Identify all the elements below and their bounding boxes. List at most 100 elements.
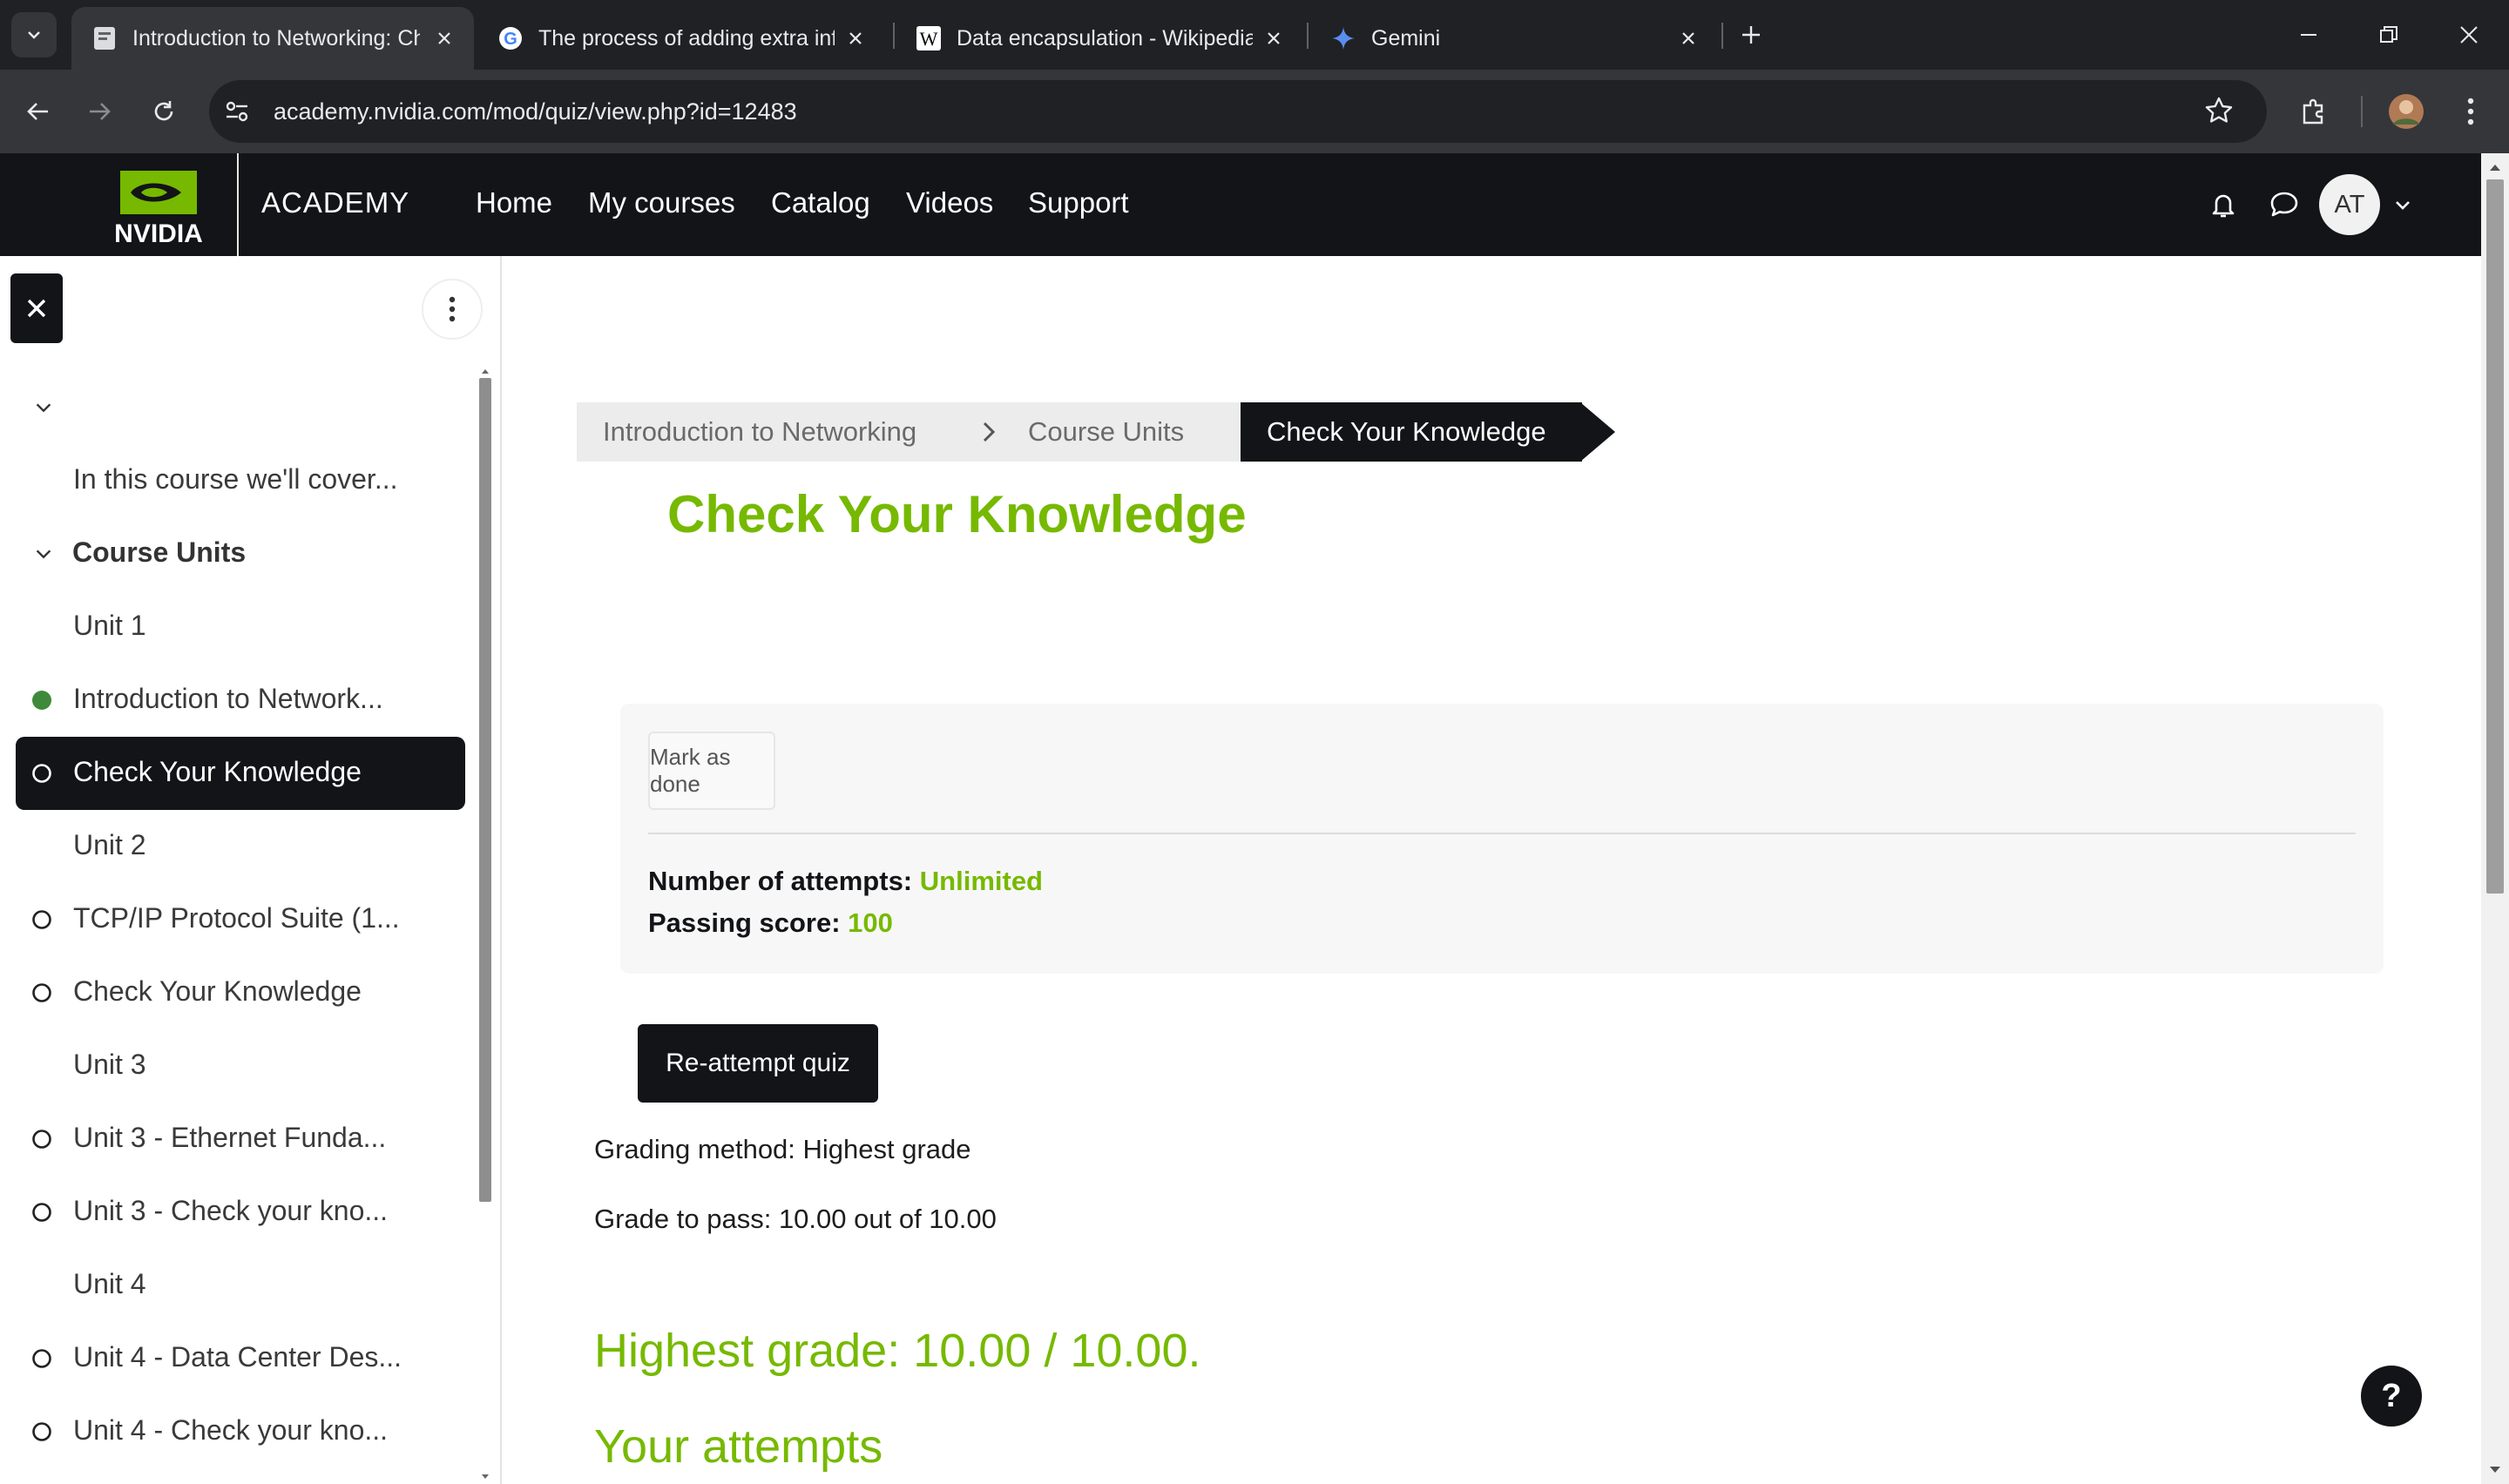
tab-title: Data encapsulation - Wikipedia [957, 26, 1253, 51]
drawer-item-course-intro[interactable]: In this course we'll cover... [16, 444, 465, 517]
google-icon: G [497, 24, 524, 52]
course-index-drawer: In this course we'll cover... Course Uni… [0, 256, 502, 1484]
attempts-info: Number of attempts: Unlimited [648, 866, 1043, 897]
passing-score-value: 100 [848, 907, 893, 938]
drawer-section-label: Course Units [72, 536, 247, 568]
drawer-item-unit-3-check[interactable]: Unit 3 - Check your kno... [16, 1176, 465, 1249]
bell-icon[interactable] [2202, 184, 2244, 226]
tab-introduction-to-networking[interactable]: Introduction to Networking: Ch [71, 7, 474, 70]
close-icon[interactable] [430, 24, 458, 52]
extensions-button[interactable] [2293, 91, 2335, 132]
nav-catalog[interactable]: Catalog [771, 186, 870, 219]
kebab-menu-icon [449, 296, 456, 322]
tab-search-button[interactable] [11, 12, 57, 57]
drawer-item-label: Check Your Knowledge [73, 975, 362, 1007]
drawer-item-label: Unit 2 [73, 829, 146, 860]
drawer-item-label: Unit 3 - Ethernet Funda... [73, 1122, 387, 1153]
window-close-button[interactable] [2448, 14, 2490, 56]
drawer-item-unit-3[interactable]: Unit 3 [16, 1029, 465, 1103]
kebab-menu-icon [2467, 98, 2474, 125]
re-attempt-quiz-button[interactable]: Re-attempt quiz [638, 1024, 878, 1103]
incomplete-circle-icon [31, 1421, 52, 1442]
completed-dot-icon [31, 690, 52, 711]
drawer-options-button[interactable] [422, 279, 483, 340]
drawer-item-label: Unit 3 - Check your kno... [73, 1195, 389, 1226]
chat-bubble-icon[interactable] [2263, 184, 2305, 226]
new-tab-button[interactable] [1730, 14, 1772, 56]
site-header: NVIDIA ACADEMY Home My courses Catalog V… [0, 153, 2481, 256]
drawer-item-check-knowledge-current[interactable]: Check Your Knowledge [16, 737, 465, 810]
drawer-item-unit-2[interactable]: Unit 2 [16, 810, 465, 883]
wikipedia-icon: W [915, 24, 943, 52]
drawer-item-tcpip[interactable]: TCP/IP Protocol Suite (1... [16, 883, 465, 956]
tab-title: The process of adding extra info [538, 26, 835, 51]
close-icon[interactable] [842, 24, 869, 52]
site-info-icon[interactable] [223, 98, 253, 127]
chevron-down-icon[interactable] [2382, 184, 2424, 226]
reload-button[interactable] [143, 91, 185, 132]
drawer-item-label: In this course we'll cover... [73, 463, 398, 495]
drawer-item-label: Introduction to Network... [73, 683, 383, 714]
nav-videos[interactable]: Videos [906, 186, 993, 219]
minimize-button[interactable] [2288, 14, 2330, 56]
address-bar[interactable]: academy.nvidia.com/mod/quiz/view.php?id=… [209, 80, 2267, 143]
browser-menu-button[interactable] [2450, 91, 2492, 132]
main-content: Introduction to Networking Course Units … [502, 256, 2481, 1484]
passing-score-info: Passing score: 100 [648, 907, 893, 939]
drawer-collapse-toggle[interactable] [16, 371, 465, 444]
incomplete-circle-icon [31, 1202, 52, 1223]
bookmark-star-icon[interactable] [2204, 96, 2235, 127]
tab-data-encapsulation-wikipedia[interactable]: W Data encapsulation - Wikipedia [896, 7, 1305, 70]
drawer-scrollbar-thumb[interactable] [479, 378, 491, 1202]
drawer-scrollbar[interactable] [479, 366, 491, 1484]
drawer-item-check-knowledge-2[interactable]: Check Your Knowledge [16, 956, 465, 1029]
nvidia-logo[interactable]: NVIDIA [98, 164, 220, 247]
nav-my-courses[interactable]: My courses [588, 186, 735, 219]
breadcrumb-item-units[interactable]: Course Units [1002, 402, 1242, 462]
browser-toolbar: academy.nvidia.com/mod/quiz/view.php?id=… [0, 70, 2509, 153]
nav-home[interactable]: Home [476, 186, 552, 219]
tab-separator [1721, 23, 1723, 49]
forward-button[interactable] [78, 91, 120, 132]
drawer-item-unit-4-datacenter[interactable]: Unit 4 - Data Center Des... [16, 1322, 465, 1395]
drawer-item-unit-4-check[interactable]: Unit 4 - Check your kno... [16, 1395, 465, 1468]
close-icon[interactable] [1674, 24, 1702, 52]
drawer-item-unit-1[interactable]: Unit 1 [16, 590, 465, 664]
chevron-right-icon [976, 419, 1002, 445]
nav-support[interactable]: Support [1028, 186, 1129, 219]
mark-as-done-button[interactable]: Mark as done [648, 732, 775, 810]
activity-info-box: Mark as done Number of attempts: Unlimit… [620, 704, 2384, 974]
drawer-item-unit-3-ethernet[interactable]: Unit 3 - Ethernet Funda... [16, 1103, 465, 1176]
breadcrumb-item-course[interactable]: Introduction to Networking [577, 402, 1002, 462]
incomplete-circle-icon [31, 1348, 52, 1369]
page-scrollbar[interactable] [2481, 153, 2509, 1484]
browser-tab-bar: Introduction to Networking: Ch G The pro… [0, 0, 2509, 70]
drawer-item-label: TCP/IP Protocol Suite (1... [73, 902, 400, 934]
back-button[interactable] [17, 91, 59, 132]
profile-avatar[interactable] [2385, 91, 2427, 132]
tab-gemini[interactable]: Gemini [1310, 7, 1720, 70]
help-button[interactable]: ? [2361, 1366, 2422, 1427]
close-drawer-button[interactable] [10, 273, 63, 343]
close-icon [27, 299, 46, 318]
drawer-item-intro-networking[interactable]: Introduction to Network... [16, 664, 465, 737]
breadcrumb-label: Check Your Knowledge [1267, 416, 1546, 447]
breadcrumb-item-current: Check Your Knowledge [1241, 402, 1582, 462]
chevron-down-icon [33, 397, 54, 418]
user-avatar[interactable]: AT [2319, 174, 2380, 235]
tab-process-adding-extra-info[interactable]: G The process of adding extra info [477, 7, 887, 70]
drawer-item-label: Unit 4 - Check your kno... [73, 1414, 389, 1446]
arrow-left-icon [27, 103, 48, 120]
chevron-down-icon [28, 31, 40, 39]
drawer-item-unit-4[interactable]: Unit 4 [16, 1249, 465, 1322]
drawer-section-course-units[interactable]: Course Units [16, 517, 465, 590]
breadcrumb-arrow-tip [1580, 402, 1615, 462]
reload-icon [154, 101, 173, 121]
attempts-value: Unlimited [919, 866, 1043, 896]
close-icon[interactable] [1260, 24, 1288, 52]
arrow-right-icon [90, 103, 111, 120]
restore-button[interactable] [2368, 14, 2410, 56]
drawer-item-label: Check Your Knowledge [73, 756, 362, 787]
page-scrollbar-thumb[interactable] [2486, 179, 2504, 894]
svg-text:G: G [504, 30, 517, 49]
